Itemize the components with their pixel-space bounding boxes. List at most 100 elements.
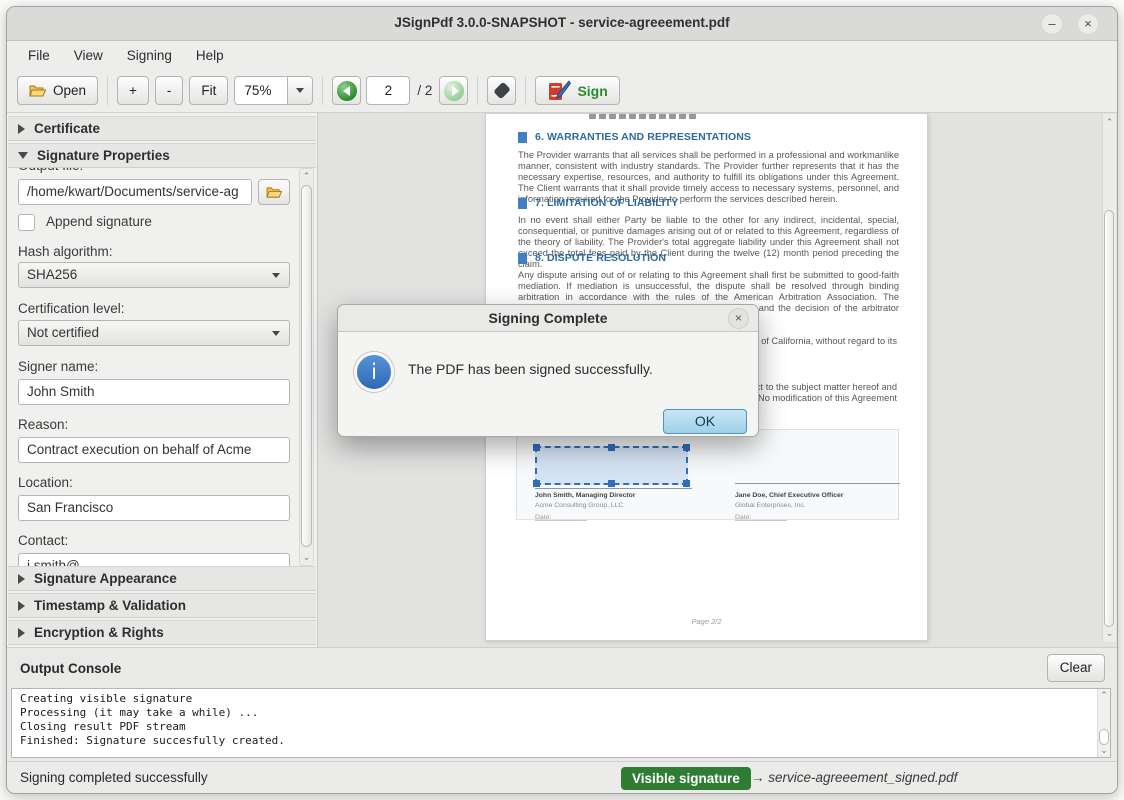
close-button[interactable]: × [1077,13,1099,35]
section-encryption-rights-label: Encryption & Rights [34,625,164,640]
resize-handle[interactable] [683,444,690,451]
sign-label: Sign [577,83,607,99]
eraser-icon [493,82,511,100]
toolbar: Open + - Fit 75% 2 / 2 [7,69,1117,113]
output-file-label: Output file: [18,168,83,174]
pdf-section-heading: 6. WARRANTIES AND REPRESENTATIONS [518,131,751,143]
pdf-section-heading: 7. LIMITATION OF LIABILITY [518,197,678,209]
output-console-title: Output Console [20,661,121,676]
contact-input: j.smith@... [18,553,290,566]
resize-handle[interactable] [608,444,615,451]
section-signature-appearance-label: Signature Appearance [34,571,177,586]
contact-label: Contact: [18,533,68,548]
open-label: Open [53,83,86,98]
certification-level-select[interactable]: Not certified [18,320,290,346]
sign-button[interactable]: Sign [535,76,619,105]
date-line [735,520,787,521]
zoom-dropdown-button[interactable] [287,76,313,105]
section-timestamp-validation-label: Timestamp & Validation [34,598,186,613]
section-signature-properties[interactable]: Signature Properties [8,143,316,168]
clear-button[interactable]: Clear [1047,654,1105,682]
scrollbar-thumb[interactable] [301,185,312,547]
scrollbar-thumb[interactable] [1099,729,1109,745]
browse-output-button[interactable] [258,179,290,205]
preview-scrollbar[interactable]: ⌃ ⌄ [1102,114,1116,642]
dialog-message: The PDF has been signed successfully. [408,361,653,377]
resize-handle[interactable] [533,444,540,451]
hash-algorithm-select[interactable]: SHA256 [18,262,290,288]
signature-properties-panel: Output file: /home/kwart/Documents/servi… [8,168,317,566]
clipped-text-line [589,114,699,119]
folder-icon [266,186,283,199]
menu-view[interactable]: View [63,44,114,67]
toolbar-separator [525,77,526,105]
previous-page-icon [337,81,357,101]
sign-pdf-pen-icon [547,80,571,102]
title-bar: JSignPdf 3.0.0-SNAPSHOT - service-agreee… [7,7,1117,41]
signer-org-right: Global Enterprises, Inc. [735,502,806,509]
sidebar-scrollbar[interactable]: ⌃ ⌄ [299,168,314,566]
hash-algorithm-label: Hash algorithm: [18,244,113,259]
chevron-down-icon [296,88,304,93]
dialog-title: Signing Complete [338,310,758,326]
chevron-down-icon [272,331,280,336]
menu-file[interactable]: File [17,44,61,67]
toolbar-separator [477,77,478,105]
section-signature-properties-label: Signature Properties [37,148,170,163]
output-console-panel: Output Console Clear Creating visible si… [7,647,1117,761]
folder-icon [29,84,47,98]
menu-help[interactable]: Help [185,44,235,67]
scroll-up-icon: ⌃ [1103,117,1116,128]
signer-name-right: Jane Doe, Chief Executive Officer [735,492,843,499]
page-number-input[interactable]: 2 [366,76,410,105]
signer-name-input[interactable]: John Smith [18,379,290,405]
section-certificate-label: Certificate [34,121,100,136]
section-encryption-rights[interactable]: Encryption & Rights [8,620,316,645]
location-label: Location: [18,475,73,490]
console-scrollbar[interactable]: ⌃ ⌄ [1097,689,1110,757]
page-footer: Page 2/2 [486,617,927,626]
console-log[interactable]: Creating visible signature Processing (i… [11,688,1111,758]
chevron-down-icon [272,273,280,278]
collapsed-arrow-icon [18,628,25,638]
signature-line [735,483,900,484]
signer-name-left: John Smith, Managing Director [535,492,635,499]
certification-level-label: Certification level: [18,301,125,316]
remove-signature-button[interactable] [487,76,516,105]
zoom-in-button[interactable]: + [117,76,149,105]
menu-bar: File View Signing Help [7,41,1117,69]
app-window: JSignPdf 3.0.0-SNAPSHOT - service-agreee… [6,6,1118,794]
status-bar: Signing completed successfully Visible s… [7,761,1117,794]
status-message: Signing completed successfully [20,770,208,785]
zoom-level-input[interactable]: 75% [234,76,288,105]
section-timestamp-validation[interactable]: Timestamp & Validation [8,593,316,618]
output-file-input[interactable]: /home/kwart/Documents/service-ag [18,179,252,205]
previous-page-button[interactable] [332,76,361,105]
resize-handle[interactable] [533,480,540,487]
section-certificate[interactable]: Certificate [8,116,316,141]
append-signature-checkbox[interactable] [18,214,35,231]
signature-block: John Smith, Managing Director Acme Consu… [516,429,899,520]
signing-complete-dialog: Signing Complete × i The PDF has been si… [337,304,759,437]
signer-org-left: Acme Consulting Group, LLC [535,502,623,509]
scrollbar-thumb[interactable] [1104,210,1114,627]
collapsed-arrow-icon [18,601,25,611]
fit-button[interactable]: Fit [189,76,228,105]
resize-handle[interactable] [608,480,615,487]
page-total-label: / 2 [417,83,432,98]
dialog-close-button[interactable]: × [728,308,749,329]
minimize-button[interactable]: – [1041,13,1063,35]
ok-button[interactable]: OK [663,409,747,434]
location-input[interactable]: San Francisco [18,495,290,521]
visible-signature-placement[interactable] [535,446,688,485]
section-signature-appearance[interactable]: Signature Appearance [8,566,316,591]
pdf-section-heading: 8. DISPUTE RESOLUTION [518,252,666,264]
next-page-button[interactable] [439,76,468,105]
section-bullet-icon [518,253,527,264]
contact-input-clipped[interactable]: j.smith@... [18,553,290,566]
menu-signing[interactable]: Signing [116,44,183,67]
zoom-out-button[interactable]: - [155,76,184,105]
resize-handle[interactable] [683,480,690,487]
reason-input[interactable]: Contract execution on behalf of Acme [18,437,290,463]
open-button[interactable]: Open [17,76,98,105]
